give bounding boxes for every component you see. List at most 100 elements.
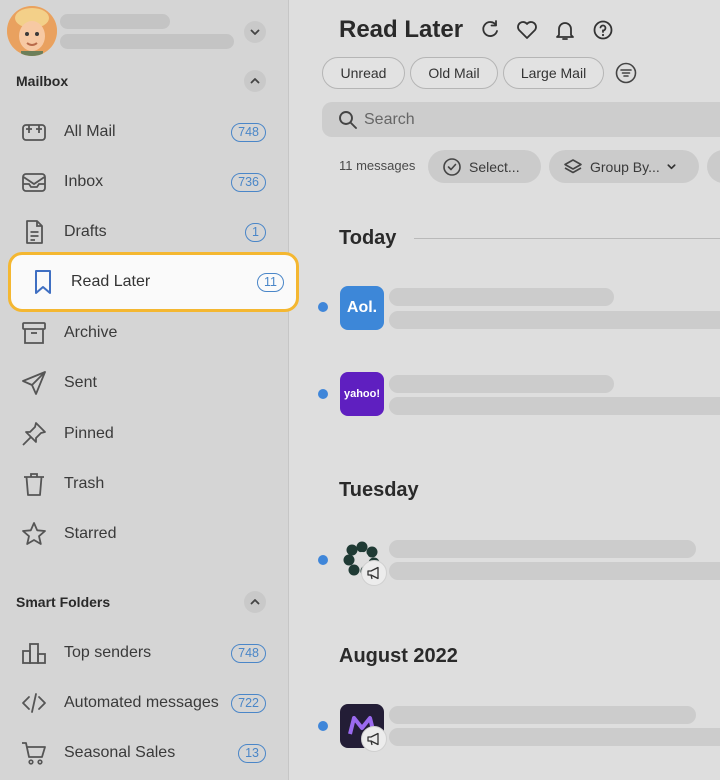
aol-logo: Aol. — [340, 286, 384, 330]
unread-dot — [318, 721, 328, 731]
sidebar-item-read-later[interactable]: Read Later 11 — [8, 252, 299, 312]
code-icon — [20, 690, 48, 716]
sidebar-item-label: Automated messages — [64, 694, 219, 711]
account-name-placeholder — [60, 14, 170, 29]
count-badge: 11 — [257, 272, 284, 292]
sidebar-item-sent[interactable]: Sent — [8, 360, 290, 406]
filter-chip-large-mail[interactable]: Large Mail — [503, 57, 604, 89]
sidebar-item-label: Seasonal Sales — [64, 744, 176, 761]
filter-icon[interactable] — [614, 61, 638, 85]
main-panel: Read Later Unread Old Mail Large Mail 11… — [289, 0, 720, 780]
yahoo-logo-text: yahoo! — [343, 388, 381, 400]
sender-placeholder — [389, 375, 614, 393]
count-badge: 748 — [231, 643, 266, 663]
avatar[interactable] — [7, 6, 57, 56]
more-options-button[interactable] — [707, 150, 720, 183]
sidebar-item-archive[interactable]: Archive — [8, 310, 290, 356]
count-badge: 13 — [238, 743, 266, 763]
search-input[interactable] — [364, 109, 664, 131]
account-switcher[interactable] — [0, 0, 289, 60]
sidebar-item-all-mail[interactable]: All Mail 748 — [8, 109, 290, 155]
sender-placeholder — [389, 540, 696, 558]
heart-icon[interactable] — [515, 18, 539, 42]
count-badge: 722 — [231, 693, 266, 713]
sidebar-item-label: Inbox — [64, 173, 104, 190]
filter-chip-old-mail[interactable]: Old Mail — [410, 57, 498, 89]
select-button[interactable]: Select... — [428, 150, 541, 183]
chevron-up-icon — [250, 78, 260, 84]
layers-icon — [564, 158, 582, 173]
sidebar-item-label: Sent — [64, 374, 97, 391]
sidebar-item-label: Archive — [64, 324, 118, 341]
megaphone-icon — [367, 732, 379, 746]
sidebar-item-drafts[interactable]: Drafts 1 — [8, 209, 290, 255]
page-title: Read Later — [339, 16, 464, 43]
group-header-august-2022: August 2022 — [339, 645, 458, 667]
sidebar-item-label: All Mail — [64, 123, 116, 140]
chevron-down-icon — [667, 164, 676, 170]
check-circle-icon — [443, 157, 461, 176]
sidebar-item-label: Drafts — [64, 223, 107, 240]
drafts-icon — [20, 219, 48, 245]
pin-icon — [20, 421, 48, 447]
archive-icon — [20, 320, 48, 346]
count-badge: 736 — [231, 172, 266, 192]
sidebar-item-label: Pinned — [64, 425, 114, 442]
group-header-tuesday: Tuesday — [339, 479, 419, 501]
sidebar-item-starred[interactable]: Starred — [8, 511, 290, 557]
group-by-label: Group By... — [590, 158, 660, 175]
cart-icon — [20, 740, 48, 766]
sidebar-item-label: Starred — [64, 525, 117, 542]
chevron-up-icon — [250, 599, 260, 605]
subject-placeholder — [389, 728, 720, 746]
subject-placeholder — [389, 562, 720, 580]
group-header-today: Today — [339, 227, 397, 249]
megaphone-icon — [367, 566, 379, 580]
mailbox-collapse-button[interactable] — [244, 70, 266, 92]
message-count: 11 messages — [339, 158, 416, 173]
filter-chip-unread[interactable]: Unread — [322, 57, 405, 89]
smart-folders-collapse-button[interactable] — [244, 591, 266, 613]
refresh-icon[interactable] — [478, 18, 502, 42]
inbox-icon — [20, 169, 48, 195]
search-bar[interactable] — [322, 102, 720, 137]
unread-dot — [318, 302, 328, 312]
subject-placeholder — [389, 397, 720, 415]
trash-icon — [20, 471, 48, 497]
bell-icon[interactable] — [553, 18, 577, 42]
group-by-button[interactable]: Group By... — [549, 150, 699, 183]
unread-dot — [318, 555, 328, 565]
help-icon[interactable] — [591, 18, 615, 42]
sender-placeholder — [389, 706, 696, 724]
sidebar-item-pinned[interactable]: Pinned — [8, 411, 290, 457]
top-senders-icon — [20, 640, 48, 666]
sidebar-item-inbox[interactable]: Inbox 736 — [8, 159, 290, 205]
sidebar-item-label: Read Later — [71, 273, 151, 290]
yahoo-logo: yahoo! — [340, 372, 384, 416]
sidebar-item-top-senders[interactable]: Top senders 748 — [8, 630, 290, 676]
mailbox-section-title: Mailbox — [16, 73, 69, 89]
unread-dot — [318, 389, 328, 399]
account-expand-button[interactable] — [244, 21, 266, 43]
sent-icon — [20, 370, 48, 396]
divider — [414, 238, 720, 239]
aol-logo-text: Aol. — [346, 299, 378, 316]
sidebar: Mailbox All Mail 748 Inbox 736 Drafts 1 … — [0, 0, 299, 780]
promotion-badge — [361, 726, 387, 752]
select-label: Select... — [469, 158, 520, 175]
promotion-badge — [361, 560, 387, 586]
all-mail-icon — [20, 119, 48, 145]
count-badge: 1 — [245, 222, 266, 242]
smart-folders-section-title: Smart Folders — [16, 594, 111, 610]
bookmark-icon — [29, 269, 57, 295]
sidebar-item-label: Top senders — [64, 644, 152, 661]
sidebar-item-automated-messages[interactable]: Automated messages 722 — [8, 680, 290, 726]
account-email-placeholder — [60, 34, 234, 49]
count-badge: 748 — [231, 122, 266, 142]
subject-placeholder — [389, 311, 720, 329]
star-icon — [20, 521, 48, 547]
sidebar-item-seasonal-sales[interactable]: Seasonal Sales 13 — [8, 730, 290, 776]
search-icon — [339, 111, 357, 129]
sidebar-item-trash[interactable]: Trash — [8, 461, 290, 507]
sender-placeholder — [389, 288, 614, 306]
